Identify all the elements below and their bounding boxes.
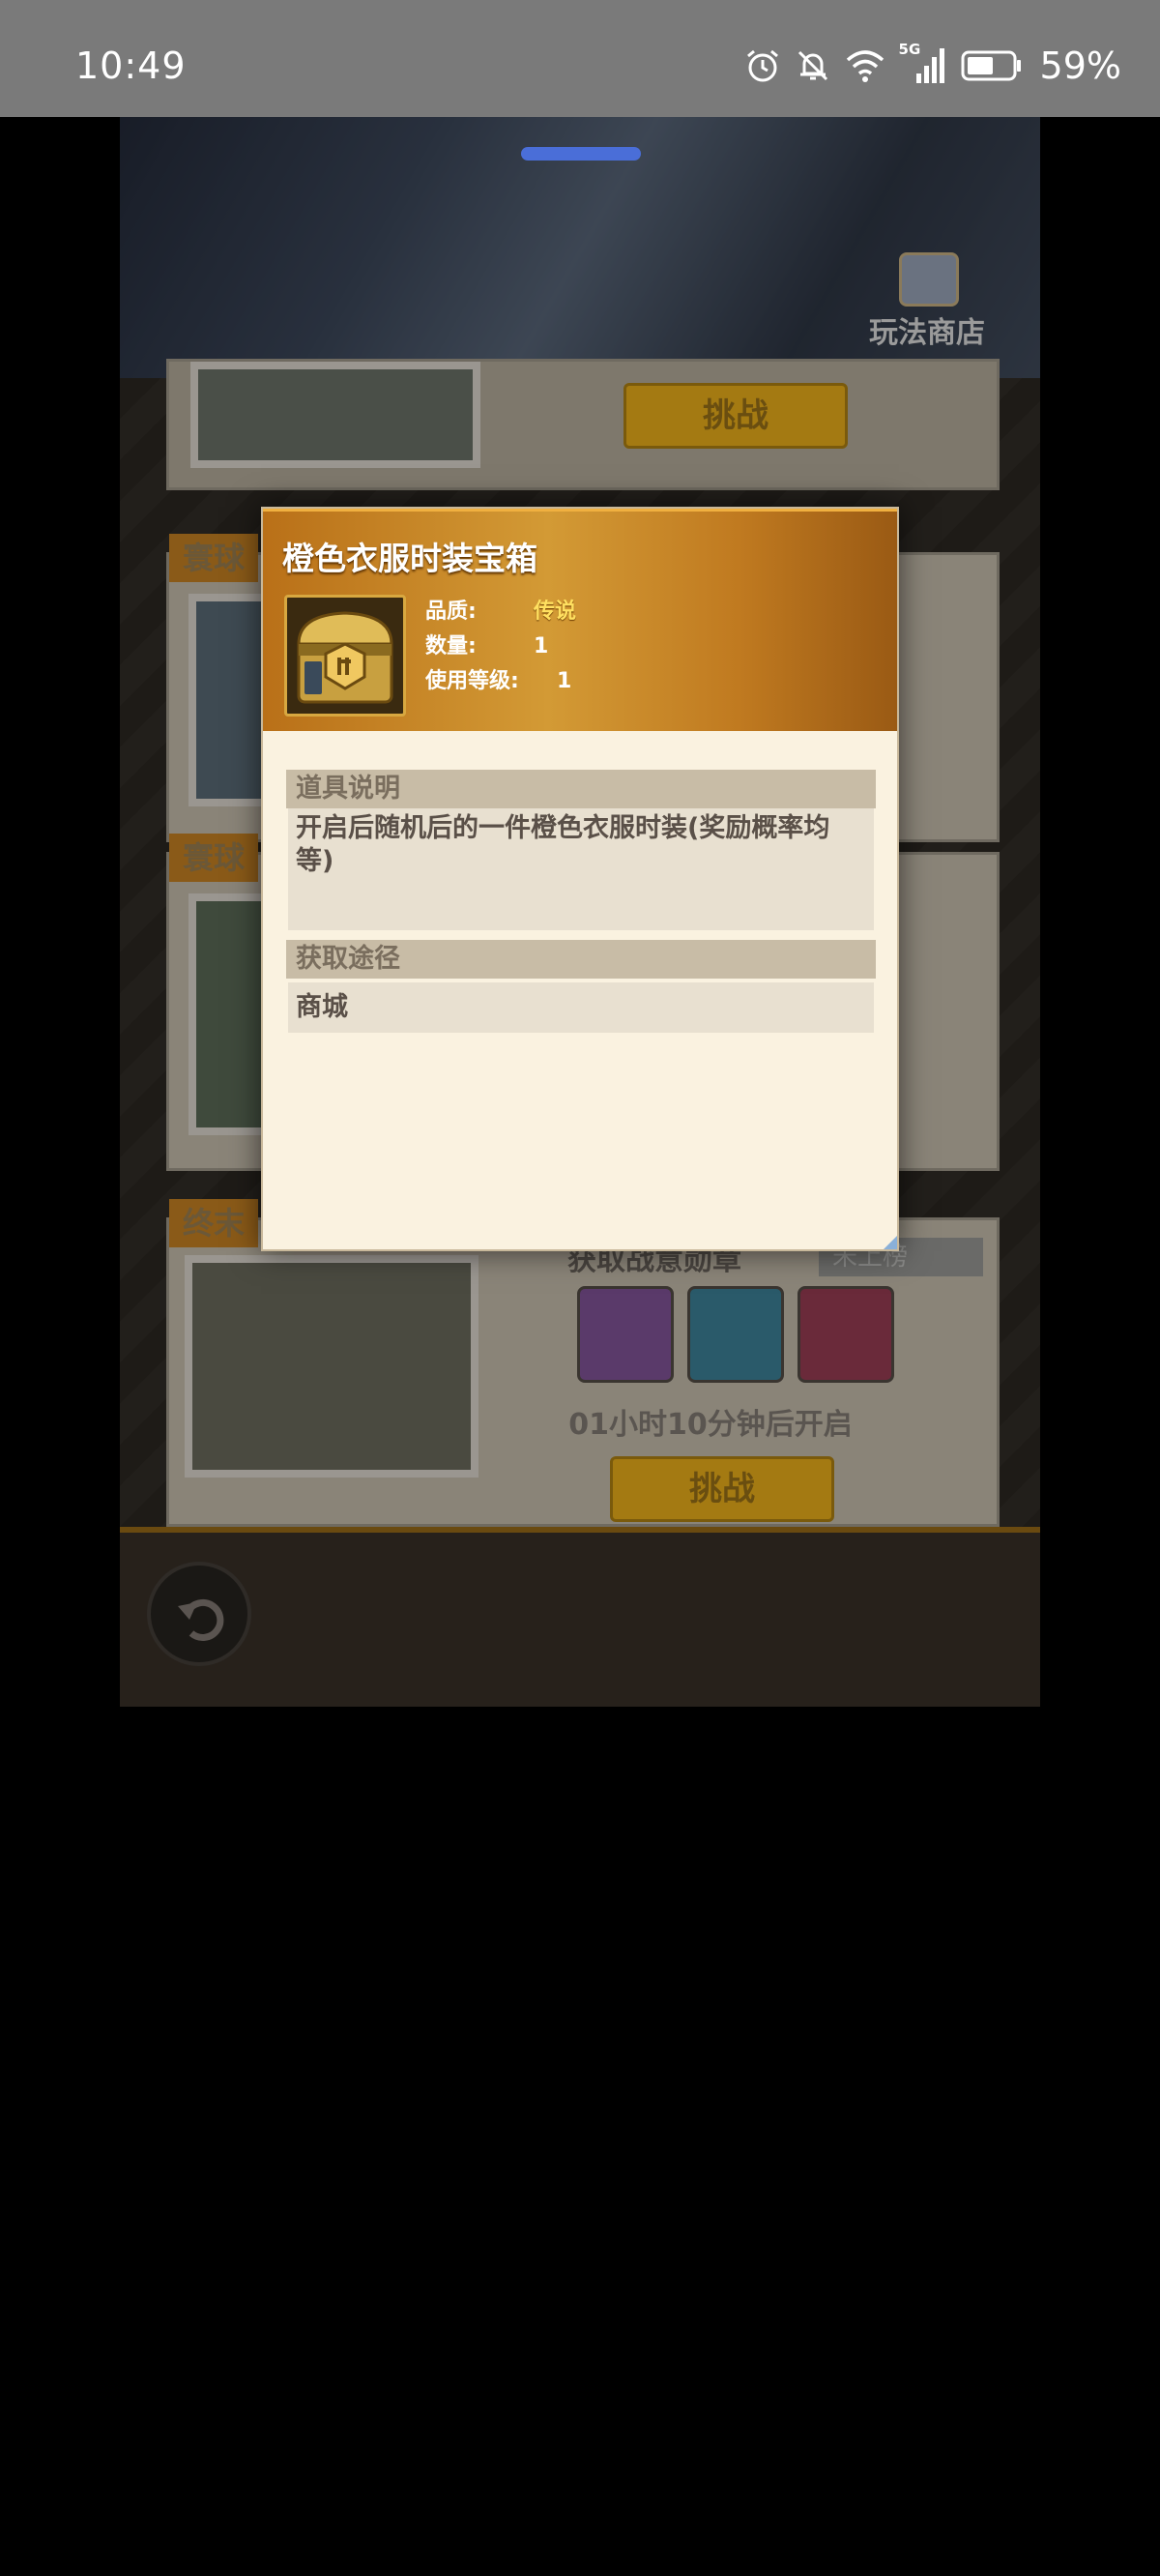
bottom-bar: [120, 1527, 1040, 1707]
card-image: [190, 362, 480, 468]
attr-value: 1: [557, 669, 572, 693]
challenge-button[interactable]: 挑战: [624, 383, 848, 449]
source-header: 获取途径: [286, 940, 876, 979]
dialog-header: 橙色衣服时装宝箱 品质: 传说 数量: 1 使用等级: 1: [263, 509, 897, 731]
back-arrow-icon: [178, 1599, 224, 1641]
battery-icon: [961, 49, 1023, 82]
drag-handle[interactable]: [521, 147, 641, 161]
shop-icon: [899, 252, 959, 307]
wifi-icon: [845, 48, 885, 83]
card-image: [185, 1255, 478, 1478]
attr-value: 1: [534, 634, 549, 659]
card-tag: 寰球: [169, 834, 259, 882]
description-header: 道具说明: [286, 770, 876, 808]
play-shop-button[interactable]: 玩法商店: [855, 252, 1000, 359]
attr-label: 使用等级:: [425, 669, 519, 693]
reward-item[interactable]: [577, 1286, 674, 1383]
item-detail-dialog: 橙色衣服时装宝箱 品质: 传说 数量: 1 使用等级: 1 道具说明 开启后随机…: [261, 507, 899, 1251]
status-icons: 5G 59%: [744, 41, 1121, 87]
challenge-button[interactable]: 挑战: [610, 1456, 834, 1522]
treasure-chest-icon: [284, 595, 406, 717]
attr-use-level: 使用等级: 1: [425, 664, 576, 699]
status-bar: 10:49 5G 59%: [0, 0, 1160, 117]
attr-label: 品质:: [425, 600, 477, 624]
card-tag: 寰球: [169, 534, 259, 582]
item-attributes: 品质: 传说 数量: 1 使用等级: 1: [425, 595, 576, 699]
signal-icon: 5G: [899, 41, 947, 85]
status-time: 10:49: [75, 44, 187, 87]
attr-quantity: 数量: 1: [425, 629, 576, 664]
mode-card: 挑战: [166, 359, 1000, 490]
description-text: 开启后随机后的一件橙色衣服时装(奖励概率均等): [288, 808, 874, 930]
mode-card: 终末 获取战意勋章 未上榜 01小时10分钟后开启 挑战: [166, 1199, 1000, 1527]
attr-quality: 品质: 传说: [425, 595, 576, 629]
battery-percent: 59%: [1039, 44, 1121, 87]
item-name: 橙色衣服时装宝箱: [282, 540, 537, 577]
mute-icon: [795, 47, 831, 84]
shop-label: 玩法商店: [869, 316, 985, 350]
alarm-icon: [744, 47, 781, 84]
game-banner: 玩法商店: [120, 117, 1040, 388]
reward-item[interactable]: [687, 1286, 784, 1383]
countdown-label: 01小时10分钟后开启: [568, 1408, 853, 1442]
dialog-corner: [884, 1236, 897, 1249]
back-button[interactable]: [147, 1562, 251, 1666]
attr-value: 传说: [534, 600, 577, 624]
attr-label: 数量:: [425, 634, 477, 659]
reward-item[interactable]: [798, 1286, 894, 1383]
source-text: 商城: [288, 982, 874, 1033]
card-tag: 终末: [169, 1199, 259, 1247]
